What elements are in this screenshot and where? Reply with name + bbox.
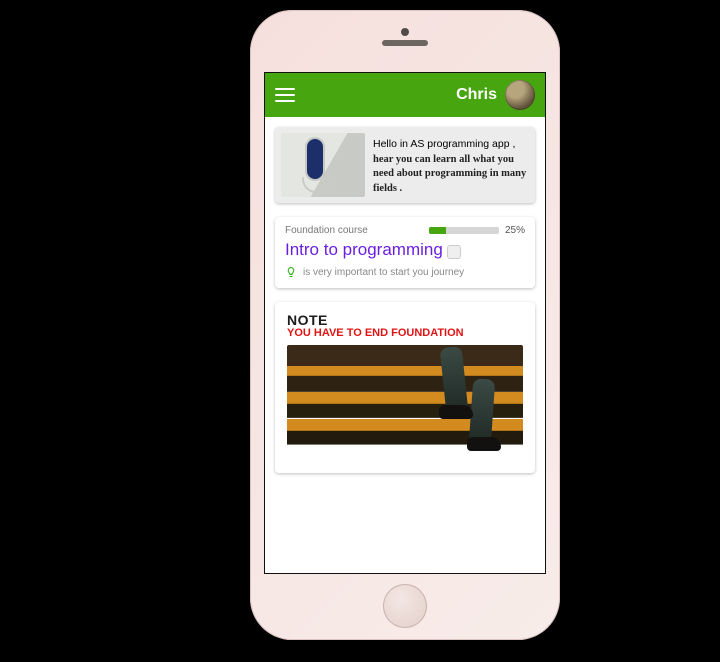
home-button[interactable] bbox=[383, 584, 427, 628]
welcome-greeting: Hello in AS programming app , bbox=[373, 137, 529, 151]
app-screen: Chris Hello in AS programming app , hear… bbox=[264, 72, 546, 574]
course-card[interactable]: Foundation course 25% Intro to programmi… bbox=[275, 217, 535, 288]
header-username[interactable]: Chris bbox=[456, 86, 497, 104]
progress-fill bbox=[429, 227, 447, 234]
app-bar: Chris bbox=[265, 73, 545, 117]
note-warning: YOU HAVE TO END FOUNDATION bbox=[287, 327, 523, 339]
course-hint: is very important to start you journey bbox=[303, 267, 464, 278]
progress-percent: 25% bbox=[505, 225, 525, 236]
note-card[interactable]: NOTE YOU HAVE TO END FOUNDATION bbox=[275, 302, 535, 473]
course-category: Foundation course bbox=[285, 225, 368, 236]
main-content: Hello in AS programming app , hear you c… bbox=[265, 117, 545, 573]
device-frame: Chris Hello in AS programming app , hear… bbox=[250, 10, 560, 640]
note-image bbox=[287, 345, 523, 463]
course-title: Intro to programming bbox=[285, 240, 443, 260]
menu-icon[interactable] bbox=[275, 88, 295, 102]
dice-icon bbox=[447, 245, 461, 259]
welcome-subtext: hear you can learn all what you need abo… bbox=[373, 153, 529, 196]
welcome-image bbox=[281, 133, 365, 197]
welcome-card[interactable]: Hello in AS programming app , hear you c… bbox=[275, 127, 535, 203]
welcome-text: Hello in AS programming app , hear you c… bbox=[373, 133, 529, 197]
avatar[interactable] bbox=[505, 80, 535, 110]
course-hint-row: is very important to start you journey bbox=[285, 266, 525, 278]
course-title-row: Intro to programming bbox=[285, 240, 525, 260]
note-heading: NOTE bbox=[287, 312, 523, 328]
lightbulb-icon bbox=[285, 266, 297, 278]
course-progress: 25% bbox=[429, 225, 525, 236]
device-camera bbox=[401, 28, 409, 36]
device-speaker bbox=[382, 40, 428, 46]
